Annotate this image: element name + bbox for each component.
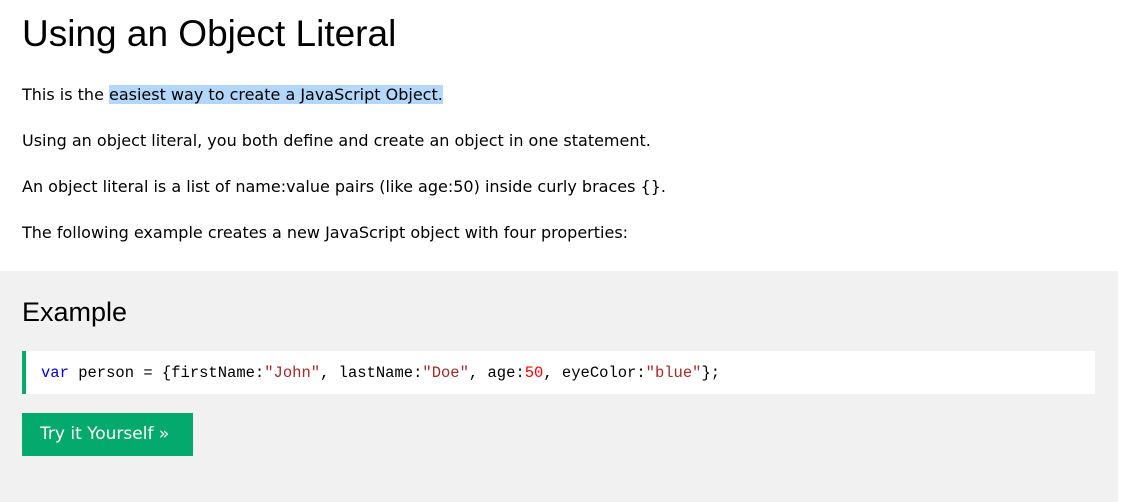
try-it-yourself-button[interactable]: Try it Yourself »: [22, 413, 193, 456]
selected-text[interactable]: easiest way to create a JavaScript Objec…: [109, 85, 443, 104]
definition-paragraph: Using an object literal, you both define…: [22, 131, 651, 150]
example-panel: Example var person = {firstName: "John", …: [0, 271, 1118, 502]
code-text: , lastName:: [320, 363, 423, 382]
intro-paragraph: This is the easiest way to create a Java…: [22, 83, 443, 107]
object-literal-paragraph: An object literal is a list of name:valu…: [22, 177, 666, 196]
code-text: , eyeColor:: [543, 363, 646, 382]
code-text: person = {firstName:: [68, 363, 265, 382]
code-number: 50: [524, 363, 544, 382]
code-text: , age:: [468, 363, 525, 382]
code-keyword: var: [41, 363, 69, 382]
intro-text: This is the: [22, 85, 109, 104]
code-string: "blue": [645, 363, 702, 382]
page: Using an Object Literal This is the easi…: [0, 0, 1122, 502]
page-title: Using an Object Literal: [22, 13, 397, 54]
example-intro-paragraph: The following example creates a new Java…: [22, 223, 629, 242]
code-snippet: var person = {firstName: "John", lastName…: [22, 351, 1095, 394]
example-title: Example: [22, 297, 128, 327]
code-text: };: [701, 363, 721, 382]
code-string: "Doe": [422, 363, 469, 382]
code-string: "John": [264, 363, 321, 382]
